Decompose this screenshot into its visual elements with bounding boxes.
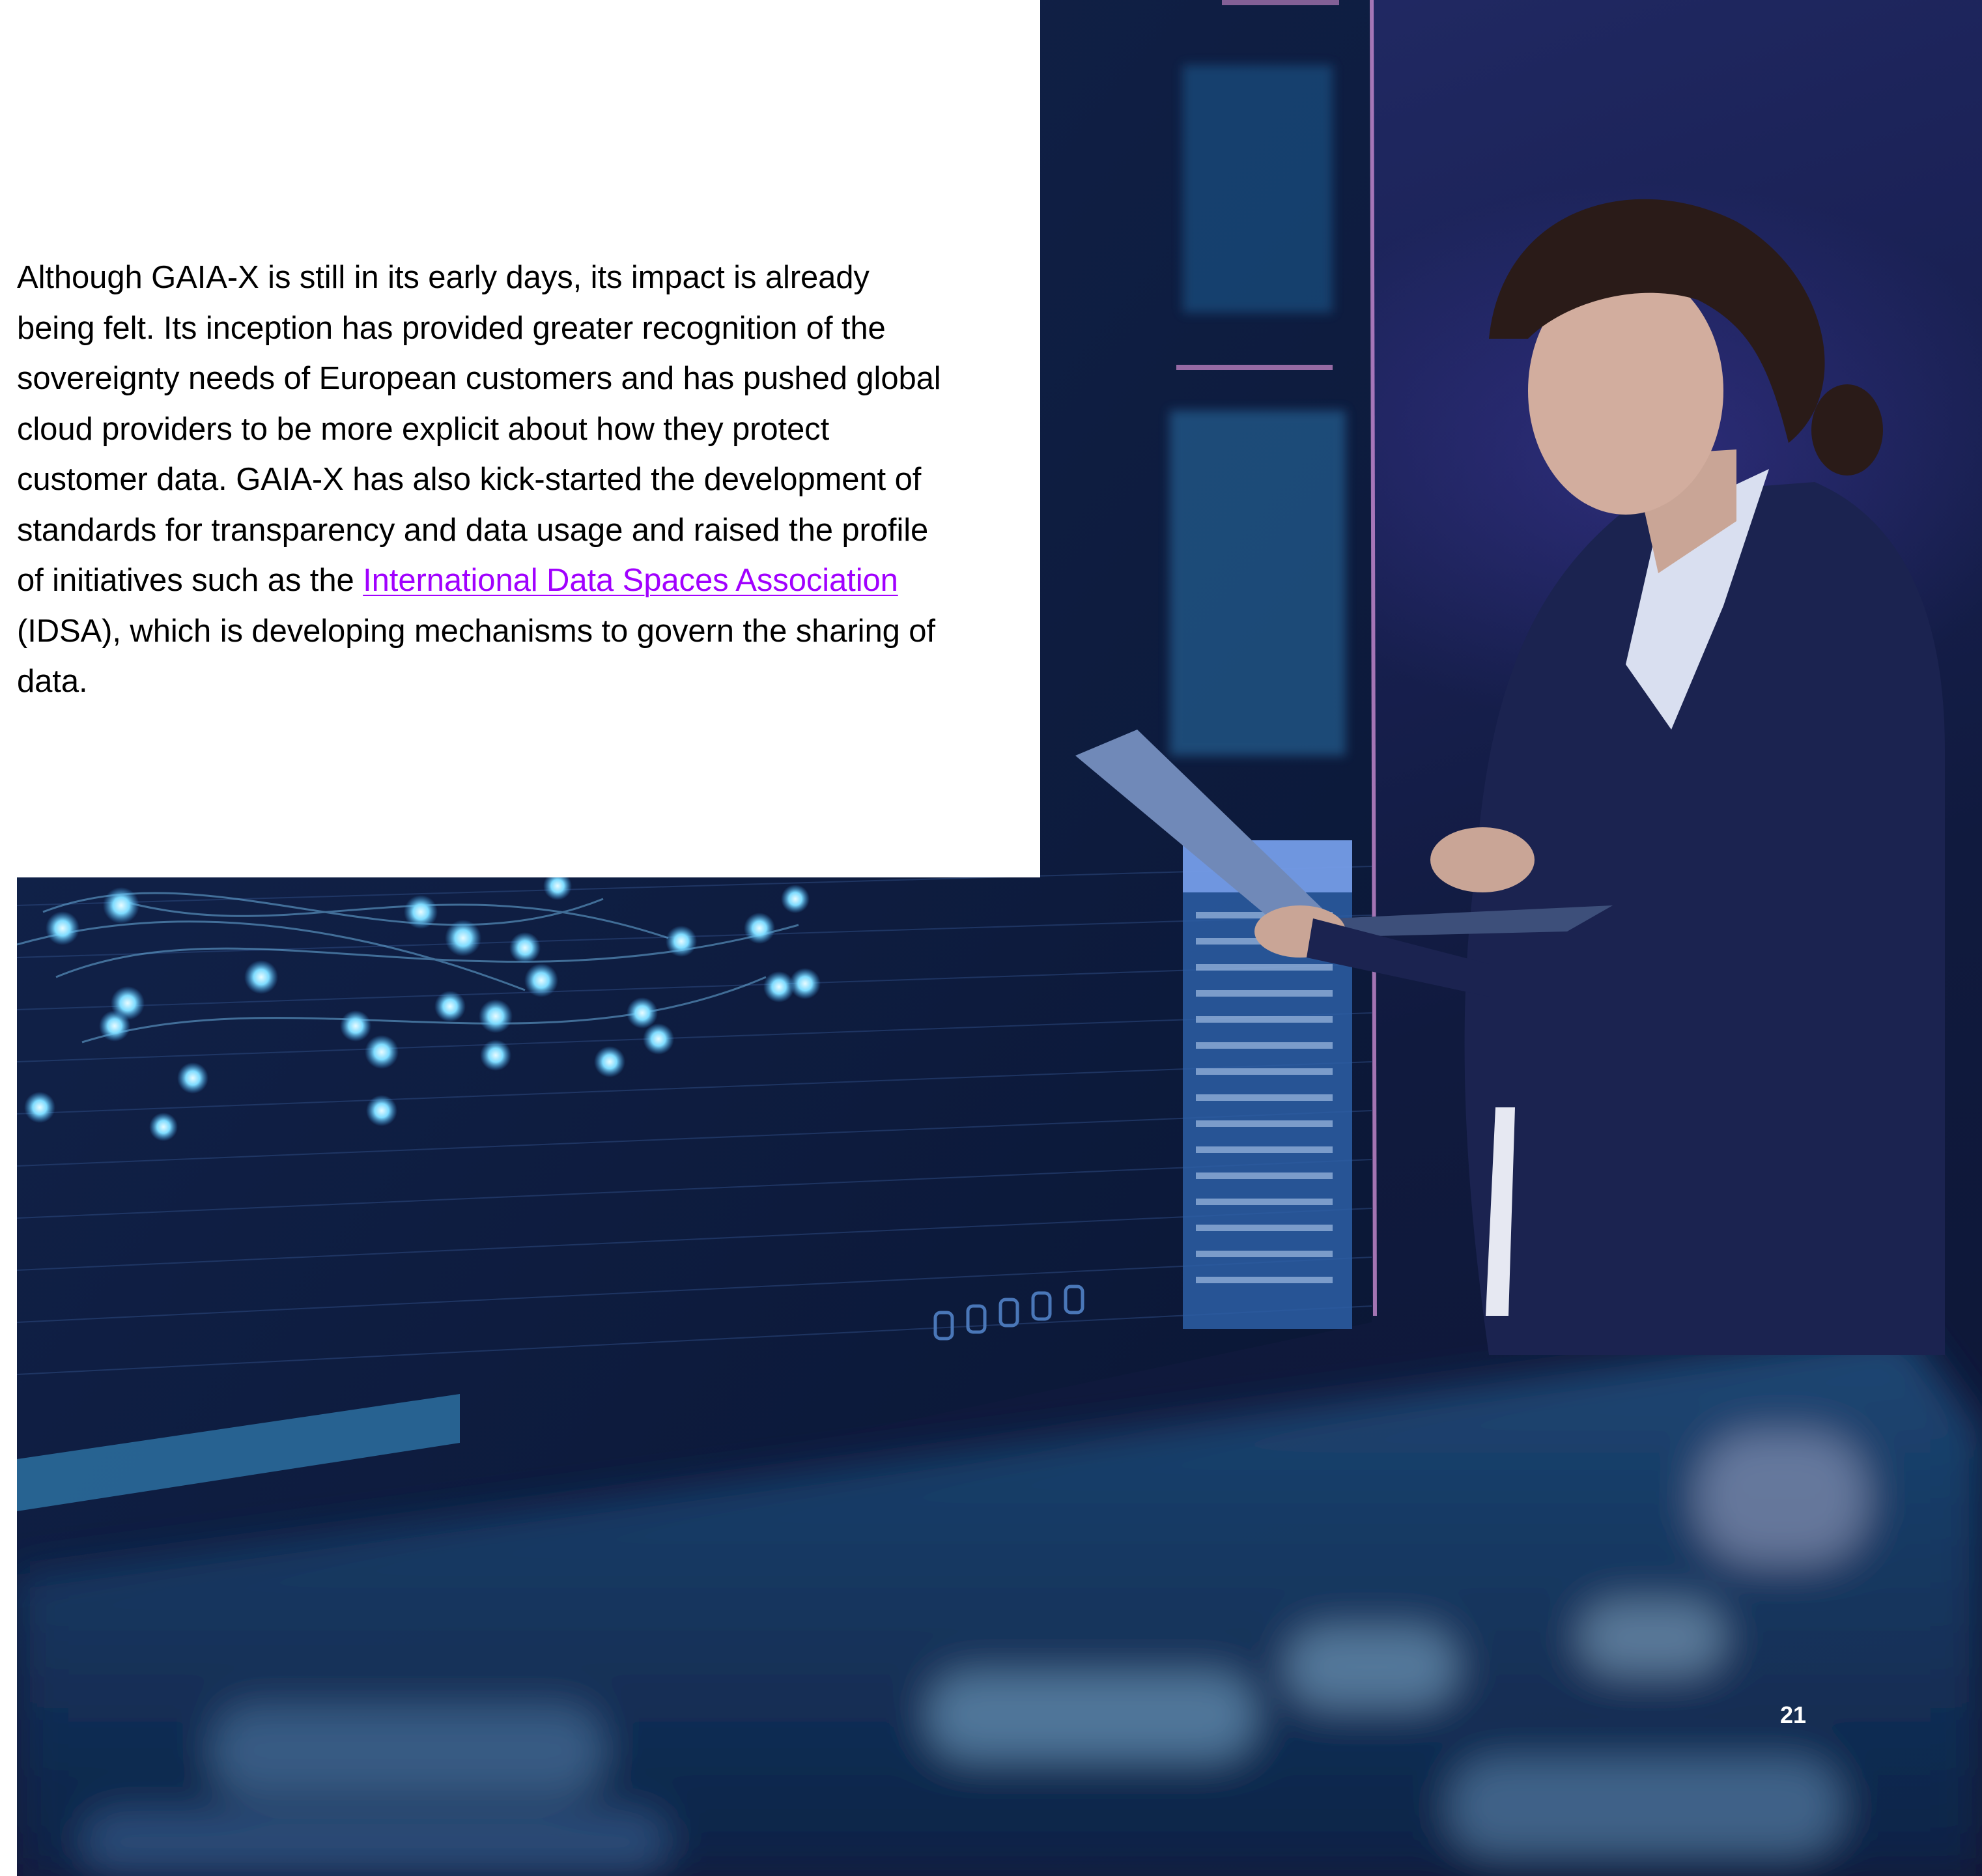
page: Although GAIA-X is still in its early da… bbox=[0, 0, 1982, 1876]
data-panel-middle bbox=[1170, 410, 1346, 756]
idsa-link[interactable]: International Data Spaces Association bbox=[363, 563, 898, 598]
data-panel-text bbox=[1196, 912, 1333, 1283]
screen-frame bbox=[1370, 0, 1377, 1316]
text-card: Although GAIA-X is still in its early da… bbox=[0, 0, 1040, 877]
page-number: 21 bbox=[1780, 1701, 1807, 1728]
paragraph-text-before-link: Although GAIA-X is still in its early da… bbox=[17, 260, 941, 598]
data-panel-top bbox=[1183, 65, 1333, 313]
paragraph-text-after-link: (IDSA), which is developing mechanisms t… bbox=[17, 613, 935, 700]
body-paragraph: Although GAIA-X is still in its early da… bbox=[17, 253, 955, 707]
